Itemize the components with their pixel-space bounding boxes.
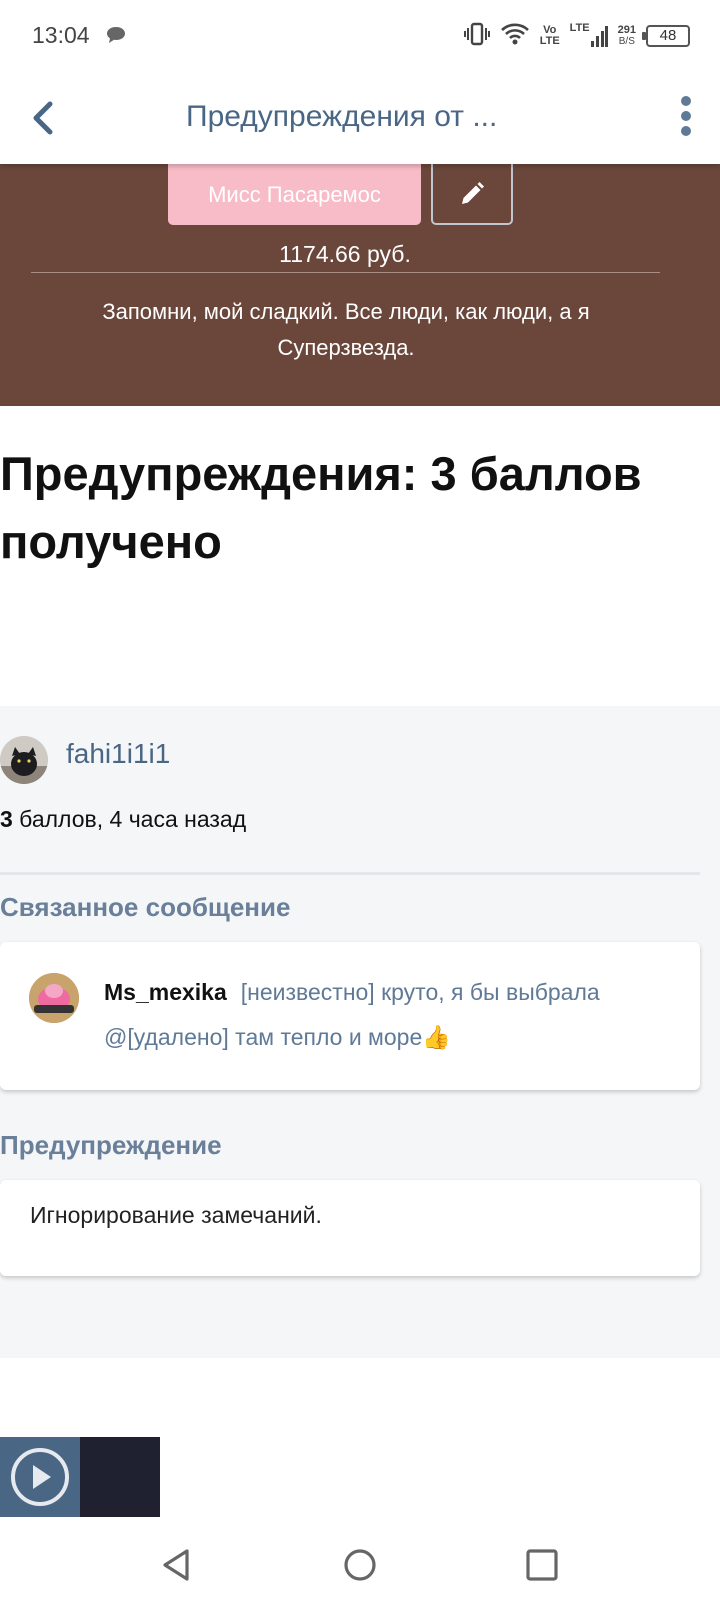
message-author-avatar[interactable] bbox=[29, 973, 79, 1023]
back-arrow-icon[interactable] bbox=[24, 96, 64, 140]
vibrate-icon bbox=[463, 22, 490, 51]
nav-home-icon[interactable] bbox=[340, 1546, 380, 1586]
points-info: 3 баллов, 4 часа назад bbox=[0, 806, 246, 833]
status-time: 13:04 bbox=[32, 22, 90, 48]
edit-profile-button[interactable] bbox=[431, 164, 513, 225]
status-icons: Vo LTE LTE 291 B/S 48 bbox=[463, 20, 690, 52]
lte-label: LTE bbox=[569, 22, 590, 34]
points-value: 3 bbox=[0, 806, 13, 832]
play-icon[interactable] bbox=[10, 1447, 70, 1507]
more-options-icon[interactable] bbox=[676, 96, 696, 140]
points-text: баллов, 4 часа назад bbox=[12, 806, 247, 832]
speed-value: 291 bbox=[617, 24, 636, 36]
volte-bottom: LTE bbox=[539, 35, 560, 47]
avatar[interactable] bbox=[0, 736, 48, 784]
signal-icon: LTE bbox=[570, 23, 608, 49]
message-author[interactable]: Ms_mexika bbox=[104, 979, 227, 1005]
speed-unit: B/S bbox=[618, 36, 635, 47]
system-nav-bar bbox=[0, 1530, 720, 1612]
related-message-panel[interactable]: Ms_mexika [неизвестно] круто, я бы выбрал… bbox=[0, 942, 700, 1090]
username-link[interactable]: fahi1i1i1 bbox=[66, 738, 170, 770]
app-bar: Предупреждения от ... bbox=[0, 72, 720, 164]
warning-heading: Предупреждение bbox=[0, 1130, 222, 1160]
app-bar-title: Предупреждения от ... bbox=[186, 100, 498, 133]
pencil-icon bbox=[462, 181, 484, 204]
warning-card: fahi1i1i1 3 баллов, 4 часа назад Связанн… bbox=[0, 706, 720, 1358]
nav-back-icon[interactable] bbox=[158, 1546, 198, 1586]
nav-recents-icon[interactable] bbox=[522, 1546, 562, 1586]
profile-divider bbox=[31, 272, 660, 273]
battery-icon: 48 bbox=[642, 25, 690, 47]
warning-reason-panel: Игнорирование замечаний. bbox=[0, 1180, 700, 1276]
volte-indicator: Vo LTE bbox=[540, 25, 560, 47]
warning-reason: Игнорирование замечаний. bbox=[30, 1202, 322, 1228]
profile-banner: Мисс Пасаремос 1174.66 руб. Запомни, мой… bbox=[0, 164, 720, 406]
card-divider bbox=[0, 872, 700, 875]
wifi-icon bbox=[500, 22, 530, 51]
video-player[interactable] bbox=[0, 1437, 160, 1517]
related-message-heading: Связанное сообщение bbox=[0, 892, 291, 922]
message-text: Ms_mexika [неизвестно] круто, я бы выбрал… bbox=[104, 970, 684, 1060]
balance: 1174.66 руб. bbox=[279, 241, 411, 267]
net-speed: 291 B/S bbox=[617, 24, 636, 48]
status-quote: Запомни, мой сладкий. Все люди, как люди… bbox=[102, 299, 590, 360]
chat-notification-icon bbox=[106, 26, 126, 49]
status-bar: 13:04 Vo LTE LTE 291 B/S 48 bbox=[0, 0, 720, 72]
page-title: Предупреждения: 3 баллов получено bbox=[0, 447, 642, 568]
profile-name-button[interactable]: Мисс Пасаремос bbox=[168, 164, 421, 225]
